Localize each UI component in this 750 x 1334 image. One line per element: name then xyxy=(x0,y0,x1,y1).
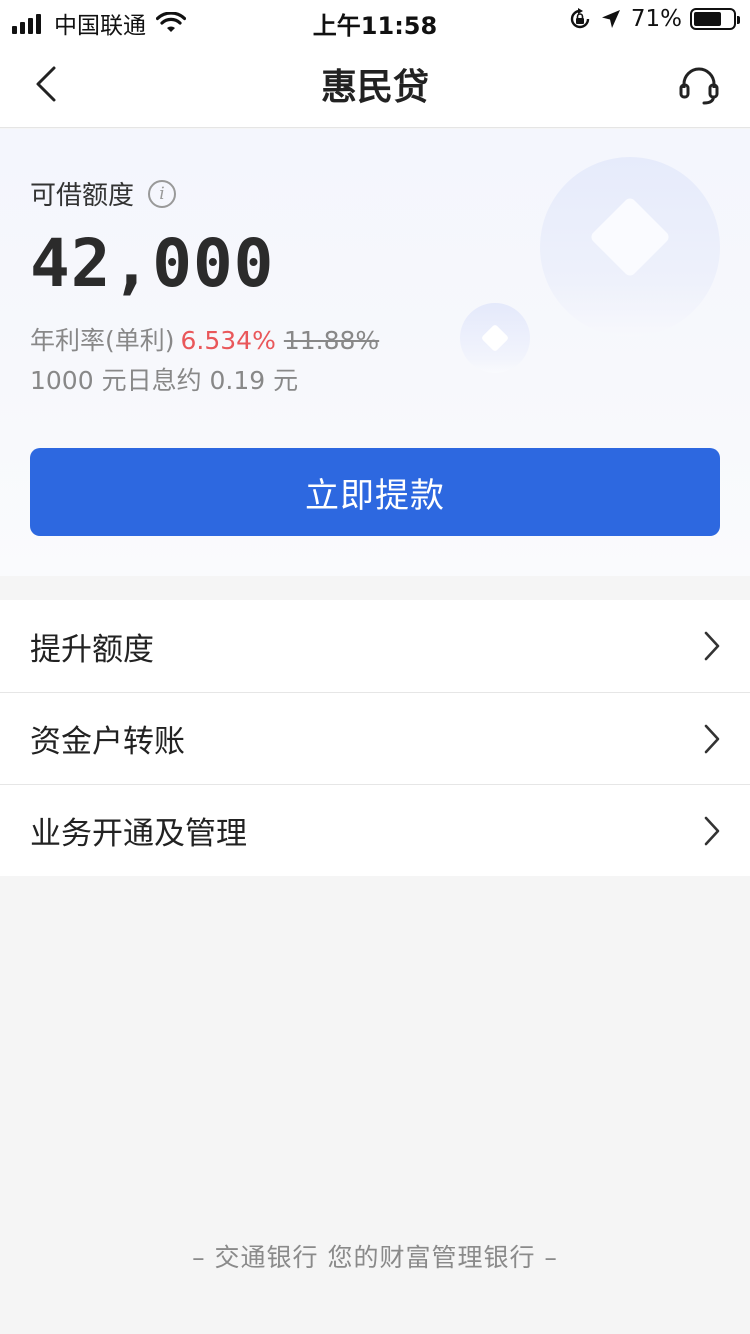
location-icon xyxy=(601,10,620,28)
daily-interest-text: 1000 元日息约 0.19 元 xyxy=(30,366,299,395)
chevron-right-icon xyxy=(704,631,720,661)
loan-card: 可借额度 i 42,000 年利率(单利) 6.534% 11.88% 1000 元… xyxy=(0,129,750,576)
battery-percent: 71% xyxy=(630,6,682,32)
chevron-right-icon xyxy=(704,816,720,846)
info-icon[interactable]: i xyxy=(148,179,177,208)
menu-item-label: 业务开通及管理 xyxy=(30,816,247,852)
menu-item-fund-transfer[interactable]: 资金户转账 xyxy=(0,692,750,784)
battery-fill xyxy=(694,12,721,26)
limit-amount: 42,000 xyxy=(30,225,275,302)
rate-original: 11.88% xyxy=(283,326,380,355)
orientation-lock-icon xyxy=(570,8,590,29)
battery-icon xyxy=(690,8,740,30)
limit-label-row: 可借额度 i xyxy=(30,175,177,212)
menu-item-service-management[interactable]: 业务开通及管理 xyxy=(0,784,750,876)
limit-label: 可借额度 xyxy=(30,181,135,211)
menu-item-label: 提升额度 xyxy=(30,631,154,668)
menu-item-raise-limit[interactable]: 提升额度 xyxy=(0,600,750,692)
withdraw-button[interactable]: 立即提款 xyxy=(30,448,720,536)
menu-item-label: 资金户转账 xyxy=(30,724,185,760)
decorative-circle-small xyxy=(460,303,530,373)
decorative-diamond-small xyxy=(480,323,510,353)
status-right: 71% xyxy=(569,6,740,32)
decorative-circle-large xyxy=(540,157,720,337)
rate-current: 6.534% xyxy=(180,326,276,355)
rate-label: 年利率(单利) xyxy=(30,326,175,355)
footer-slogan: – 交通银行 您的财富管理银行 – xyxy=(192,1243,558,1272)
nav-bar: 惠民贷 xyxy=(0,40,750,128)
battery-tip xyxy=(737,16,740,24)
chevron-right-icon xyxy=(704,724,720,754)
page-title: 惠民贷 xyxy=(320,67,429,108)
rate-line: 年利率(单利) 6.534% 11.88% xyxy=(30,321,379,357)
status-bar: 中国联通 上午11:58 71% xyxy=(0,0,750,40)
decorative-diamond xyxy=(588,195,672,279)
menu-list: 提升额度 资金户转账 业务开通及管理 xyxy=(0,600,750,876)
headset-icon[interactable] xyxy=(678,64,720,106)
